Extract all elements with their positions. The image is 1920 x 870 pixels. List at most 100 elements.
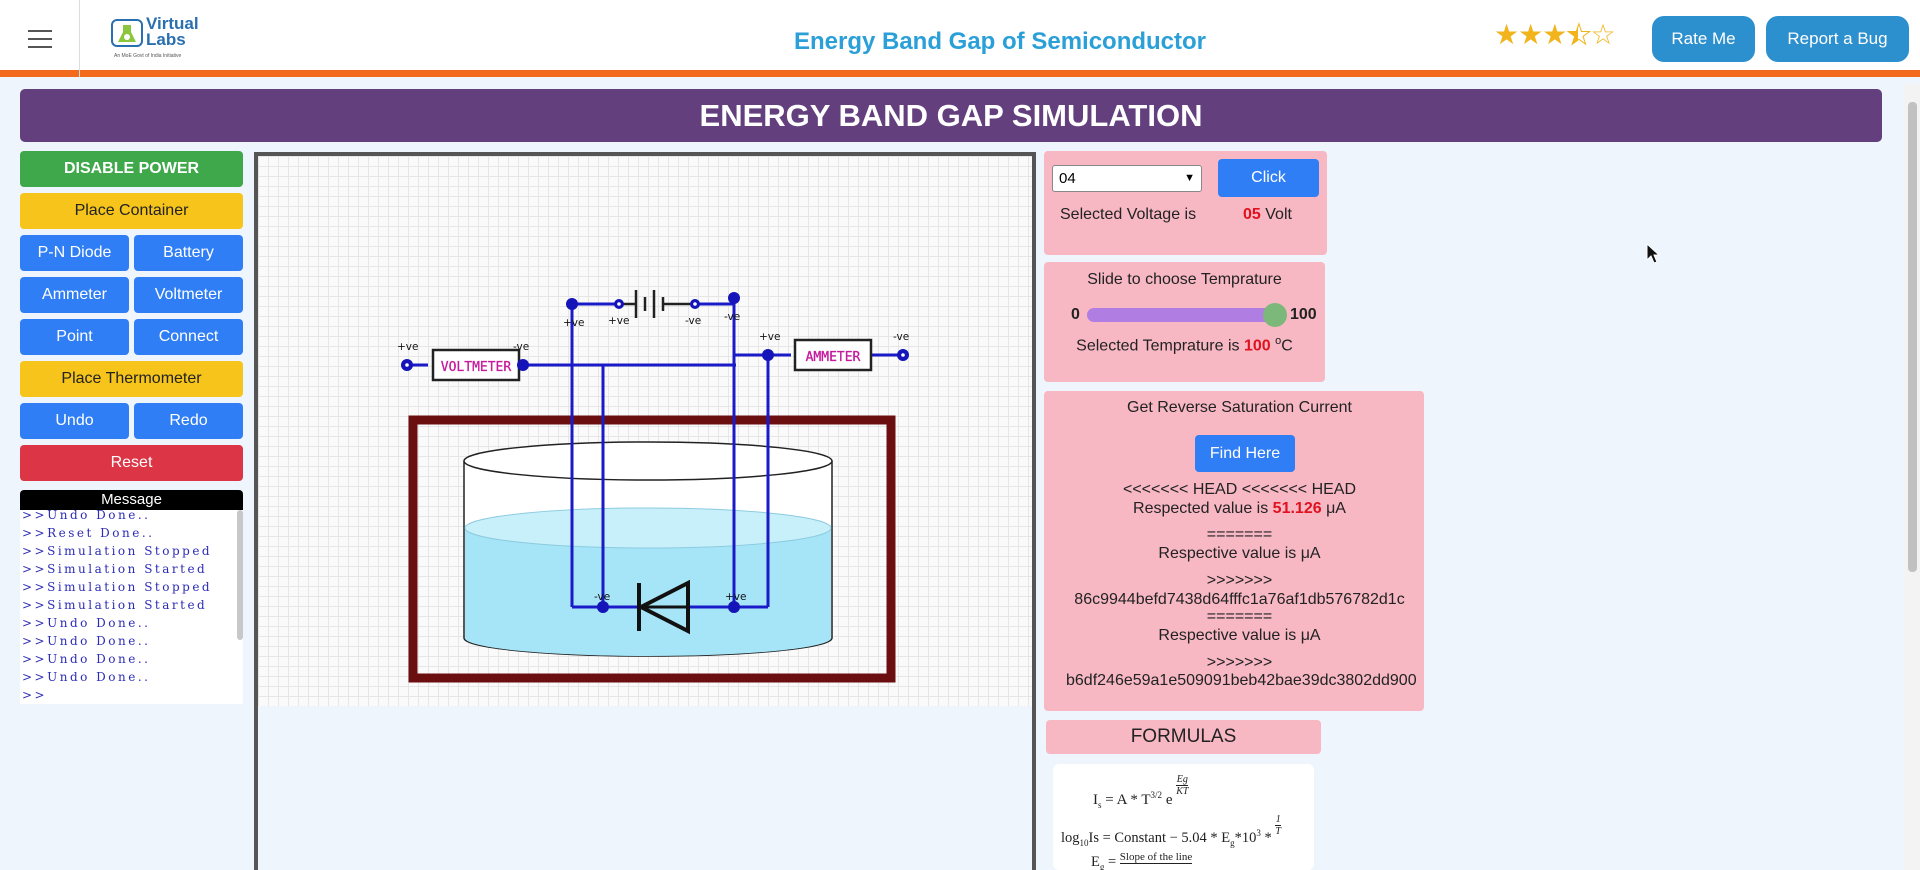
respected-unit: μA	[1326, 500, 1346, 517]
redo-button[interactable]: Redo	[134, 403, 243, 439]
temperature-slider[interactable]	[1087, 308, 1277, 322]
message-scrollbar[interactable]	[237, 510, 243, 640]
f2-fraction: 1T	[1275, 814, 1281, 837]
temperature-unit: C	[1281, 337, 1293, 355]
rating-stars: ★★★★☆	[1494, 18, 1616, 51]
conflict-sep-1: =======	[1206, 526, 1273, 543]
message-log-line: >>Simulation Started	[22, 598, 208, 612]
message-log[interactable]: >>Undo Done.. >>Reset Done.. >>Simulation …	[20, 510, 243, 704]
f2-mult: *	[1260, 830, 1272, 846]
diode-minus-label: -ve	[594, 591, 610, 603]
temperature-title: Slide to choose Temprature	[1087, 271, 1282, 288]
message-log-line: >>Undo Done..	[22, 652, 151, 666]
voltmeter-button[interactable]: Voltmeter	[134, 277, 243, 313]
f1-fraction: Eg KT	[1176, 774, 1189, 797]
commit-hash-2: b6df246e59a1e509091beb42bae39dc3802dd900	[1066, 672, 1417, 689]
conflict-sep-2: =======	[1206, 608, 1273, 625]
undo-button[interactable]: Undo	[20, 403, 129, 439]
star-full-icon: ★	[1518, 19, 1543, 50]
respected-readout: Respected value is 51.126 μA	[1044, 500, 1435, 518]
voltage-value: 05	[1243, 206, 1261, 223]
respective-value-1: Respective value is μA	[1158, 545, 1321, 562]
voltage-readout: 05 Volt	[1243, 206, 1292, 224]
circuit-diagram: VOLTMETER AMMETER +ve +ve -ve -ve +ve -v…	[397, 290, 909, 683]
rate-me-button[interactable]: Rate Me	[1652, 16, 1755, 62]
beaker-rim	[463, 441, 833, 481]
f3-eq: =	[1104, 854, 1120, 870]
battery-minus-label: -ve	[685, 315, 701, 327]
saturation-title: Get Reverse Saturation Current	[1127, 399, 1352, 416]
diode-plus-label: +ve	[725, 591, 746, 603]
message-log-line: >>Reset Done..	[22, 526, 155, 540]
voltage-select[interactable]: 04 ▼	[1052, 165, 1202, 192]
mouse-cursor-icon	[1646, 243, 1661, 264]
formulas-box: Is = A * T3/2 e Eg KT log10Is = Constant …	[1053, 764, 1314, 870]
connect-button[interactable]: Connect	[134, 319, 243, 355]
disable-power-button[interactable]: DISABLE POWER	[20, 151, 243, 187]
star-empty-icon: ☆	[1590, 19, 1615, 50]
voltmeter-plus-label: +ve	[397, 341, 418, 353]
battery-button[interactable]: Battery	[134, 235, 243, 271]
report-bug-button[interactable]: Report a Bug	[1766, 16, 1909, 62]
conflict-marker-2: >>>>>>>	[1206, 654, 1273, 671]
message-log-line: >>Undo Done..	[22, 670, 151, 684]
voltage-click-button[interactable]: Click	[1218, 159, 1319, 197]
conflict-marker-1: >>>>>>>	[1206, 572, 1273, 589]
temperature-label: Selected Temprature is	[1076, 337, 1240, 355]
f3-num: Slope of the line	[1119, 851, 1193, 864]
top-header: Virtual Labs An MoE Govt of India Initia…	[0, 0, 1920, 77]
ammeter-minus-label: -ve	[893, 331, 909, 343]
voltage-label: Selected Voltage is	[1060, 206, 1197, 223]
f1-num: Eg	[1176, 774, 1189, 786]
place-container-button[interactable]: Place Container	[20, 193, 243, 229]
logo-tagline: An MoE Govt of India Initiative	[114, 53, 182, 59]
battery-right-minus-label: -ve	[724, 311, 740, 323]
respected-value: 51.126	[1272, 500, 1322, 517]
star-half-icon: ★	[1566, 19, 1592, 51]
battery-left-plus-label: +ve	[563, 317, 584, 329]
message-log-line: >>Undo Done..	[22, 510, 151, 522]
f2-sub: 10	[1079, 837, 1089, 848]
temperature-slider-thumb[interactable]	[1263, 303, 1287, 327]
battery-plus-label: +ve	[608, 315, 629, 327]
f1-den: KT	[1176, 786, 1189, 797]
ammeter-plus-label: +ve	[759, 331, 780, 343]
f2-num: 1	[1275, 814, 1281, 826]
slider-max-label: 100	[1290, 306, 1317, 323]
conflict-head-line: <<<<<<< HEAD <<<<<<< HEAD	[1122, 481, 1357, 498]
f2-rhs: Is = Constant − 5.04 * E	[1088, 830, 1231, 846]
voltmeter-minus-label: -ve	[513, 341, 529, 353]
ammeter-button[interactable]: Ammeter	[20, 277, 129, 313]
pn-diode-button[interactable]: P-N Diode	[20, 235, 129, 271]
f2-tail: *10	[1234, 830, 1257, 846]
temperature-readout: Selected Temprature is 100 oC	[1044, 335, 1325, 355]
hamburger-menu-icon[interactable]	[0, 0, 80, 77]
formula-band-gap: Eg = Slope of the line	[1091, 851, 1193, 870]
message-log-line: >>Undo Done..	[22, 634, 151, 648]
page-scrollbar-thumb[interactable]	[1908, 102, 1917, 572]
respective-value-2: Respective value is μA	[1158, 627, 1321, 644]
battery-symbol[interactable]	[619, 290, 695, 318]
simulation-canvas[interactable]: VOLTMETER AMMETER +ve +ve -ve -ve +ve -v…	[254, 152, 1036, 870]
f1-rhs: = A * T	[1101, 792, 1151, 808]
formulas-title: FORMULAS	[1046, 720, 1321, 754]
voltage-select-value: 04	[1059, 170, 1076, 187]
chevron-down-icon: ▼	[1184, 172, 1195, 184]
water-surface	[464, 507, 832, 549]
ammeter-label: AMMETER	[806, 350, 861, 365]
reset-button[interactable]: Reset	[20, 445, 243, 481]
page-scrollbar[interactable]	[1905, 84, 1920, 870]
f2-lhs: log	[1061, 830, 1080, 846]
temperature-value: 100	[1243, 337, 1271, 355]
point-button[interactable]: Point	[20, 319, 129, 355]
respected-label: Respected value is	[1133, 500, 1269, 517]
f1-exp: 3/2	[1150, 790, 1163, 800]
logo-text: Virtual Labs	[146, 14, 199, 49]
voltage-unit: Volt	[1265, 206, 1292, 223]
find-here-button[interactable]: Find Here	[1195, 435, 1295, 472]
message-log-line: >>Simulation Started	[22, 562, 208, 576]
place-thermometer-button[interactable]: Place Thermometer	[20, 361, 243, 397]
star-full-icon: ★	[1542, 19, 1567, 50]
virtual-labs-logo[interactable]: Virtual Labs An MoE Govt of India Initia…	[110, 14, 200, 60]
workspace-grid[interactable]: VOLTMETER AMMETER +ve +ve -ve -ve +ve -v…	[258, 156, 1032, 706]
